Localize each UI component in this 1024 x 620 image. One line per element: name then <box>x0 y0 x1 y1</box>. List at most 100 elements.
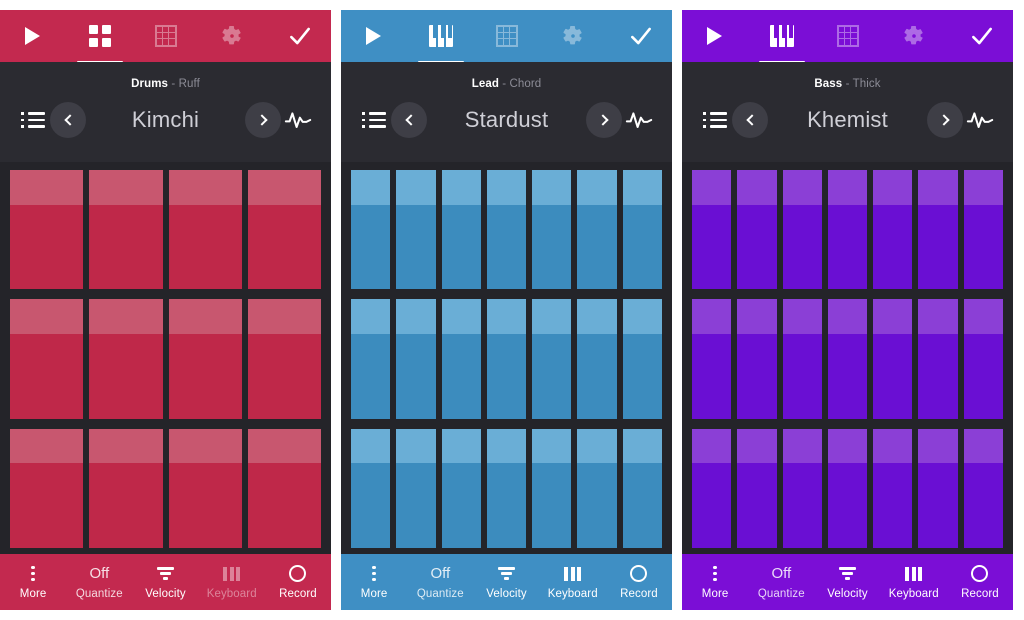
piano-icon[interactable] <box>424 19 458 53</box>
pad-cell[interactable] <box>89 299 163 419</box>
pad-cell[interactable] <box>532 428 572 548</box>
tab-settings[interactable] <box>215 19 249 53</box>
bottom-velocity-button[interactable]: Velocity <box>473 554 539 610</box>
tab-grid[interactable] <box>490 19 524 53</box>
bottom-quantize-button[interactable]: Off Quantize <box>407 554 473 610</box>
pad-cell[interactable] <box>918 428 958 548</box>
pad-cell[interactable] <box>963 428 1003 548</box>
pad-cell[interactable] <box>963 299 1003 419</box>
bottom-record-button[interactable]: Record <box>947 554 1013 610</box>
bottom-record-button[interactable]: Record <box>606 554 672 610</box>
pad-cell[interactable] <box>89 428 163 548</box>
pad-cell[interactable] <box>168 428 242 548</box>
grid-icon[interactable] <box>490 19 524 53</box>
pad-cell[interactable] <box>351 428 391 548</box>
pad-cell[interactable] <box>827 428 868 548</box>
prev-preset-button[interactable] <box>391 102 427 138</box>
bottom-quantize-button[interactable]: Off Quantize <box>66 554 132 610</box>
tab-grid[interactable] <box>831 19 865 53</box>
tab-pads[interactable] <box>76 19 123 65</box>
pad-cell[interactable] <box>577 170 617 290</box>
grid-icon[interactable] <box>831 19 865 53</box>
tab-keys[interactable] <box>758 19 805 65</box>
pad-cell[interactable] <box>873 170 913 290</box>
pad-cell[interactable] <box>737 170 777 290</box>
pad-cell[interactable] <box>577 428 617 548</box>
bottom-more-button[interactable]: More <box>341 554 407 610</box>
pad-cell[interactable] <box>351 299 391 419</box>
pad-cell[interactable] <box>441 299 481 419</box>
play-button[interactable] <box>696 19 730 53</box>
browse-list-button[interactable] <box>698 103 732 137</box>
confirm-button[interactable] <box>624 19 658 53</box>
gear-icon[interactable] <box>556 19 590 53</box>
pad-cell[interactable] <box>963 170 1003 290</box>
pad-cell[interactable] <box>396 299 436 419</box>
pad-cell[interactable] <box>737 428 777 548</box>
next-preset-button[interactable] <box>586 102 622 138</box>
bottom-keyboard-button[interactable]: Keyboard <box>540 554 606 610</box>
bottom-more-button[interactable]: More <box>0 554 66 610</box>
pads-icon[interactable] <box>83 19 117 53</box>
pad-cell[interactable] <box>396 428 436 548</box>
bottom-velocity-button[interactable]: Velocity <box>814 554 880 610</box>
pad-cell[interactable] <box>873 299 913 419</box>
bottom-more-button[interactable]: More <box>682 554 748 610</box>
pad-cell[interactable] <box>486 299 527 419</box>
bottom-quantize-button[interactable]: Off Quantize <box>748 554 814 610</box>
pad-cell[interactable] <box>782 299 822 419</box>
browse-list-button[interactable] <box>357 103 391 137</box>
piano-icon[interactable] <box>765 19 799 53</box>
browse-list-button[interactable] <box>16 103 50 137</box>
pad-cell[interactable] <box>168 299 242 419</box>
grid-icon[interactable] <box>149 19 183 53</box>
bottom-keyboard-button[interactable]: Keyboard <box>881 554 947 610</box>
pad-cell[interactable] <box>168 170 242 290</box>
pad-cell[interactable] <box>622 428 662 548</box>
pad-cell[interactable] <box>782 428 822 548</box>
pad-cell[interactable] <box>873 428 913 548</box>
pad-cell[interactable] <box>441 428 481 548</box>
prev-preset-button[interactable] <box>50 102 86 138</box>
pad-cell[interactable] <box>351 170 391 290</box>
gear-icon[interactable] <box>897 19 931 53</box>
pad-cell[interactable] <box>827 299 868 419</box>
confirm-button[interactable] <box>965 19 999 53</box>
next-preset-button[interactable] <box>927 102 963 138</box>
gear-icon[interactable] <box>215 19 249 53</box>
tab-grid[interactable] <box>149 19 183 53</box>
pad-cell[interactable] <box>486 428 527 548</box>
pad-cell[interactable] <box>827 170 868 290</box>
pad-cell[interactable] <box>532 299 572 419</box>
pad-cell[interactable] <box>577 299 617 419</box>
pad-cell[interactable] <box>247 170 321 290</box>
pad-cell[interactable] <box>692 170 732 290</box>
pad-cell[interactable] <box>622 170 662 290</box>
tab-settings[interactable] <box>556 19 590 53</box>
next-preset-button[interactable] <box>245 102 281 138</box>
pad-cell[interactable] <box>622 299 662 419</box>
pad-cell[interactable] <box>247 428 321 548</box>
pad-cell[interactable] <box>10 170 84 290</box>
pad-cell[interactable] <box>737 299 777 419</box>
pad-cell[interactable] <box>692 428 732 548</box>
tab-keys[interactable] <box>417 19 464 65</box>
pad-cell[interactable] <box>532 170 572 290</box>
pad-cell[interactable] <box>918 299 958 419</box>
pad-cell[interactable] <box>396 170 436 290</box>
pad-cell[interactable] <box>247 299 321 419</box>
tab-settings[interactable] <box>897 19 931 53</box>
bottom-velocity-button[interactable]: Velocity <box>132 554 198 610</box>
pad-cell[interactable] <box>10 299 84 419</box>
confirm-button[interactable] <box>283 19 317 53</box>
pad-cell[interactable] <box>692 299 732 419</box>
pad-cell[interactable] <box>10 428 84 548</box>
waveform-button[interactable] <box>622 103 656 137</box>
pad-cell[interactable] <box>918 170 958 290</box>
pad-cell[interactable] <box>441 170 481 290</box>
pad-cell[interactable] <box>486 170 527 290</box>
bottom-record-button[interactable]: Record <box>265 554 331 610</box>
pad-cell[interactable] <box>782 170 822 290</box>
play-button[interactable] <box>355 19 389 53</box>
play-button[interactable] <box>14 19 48 53</box>
